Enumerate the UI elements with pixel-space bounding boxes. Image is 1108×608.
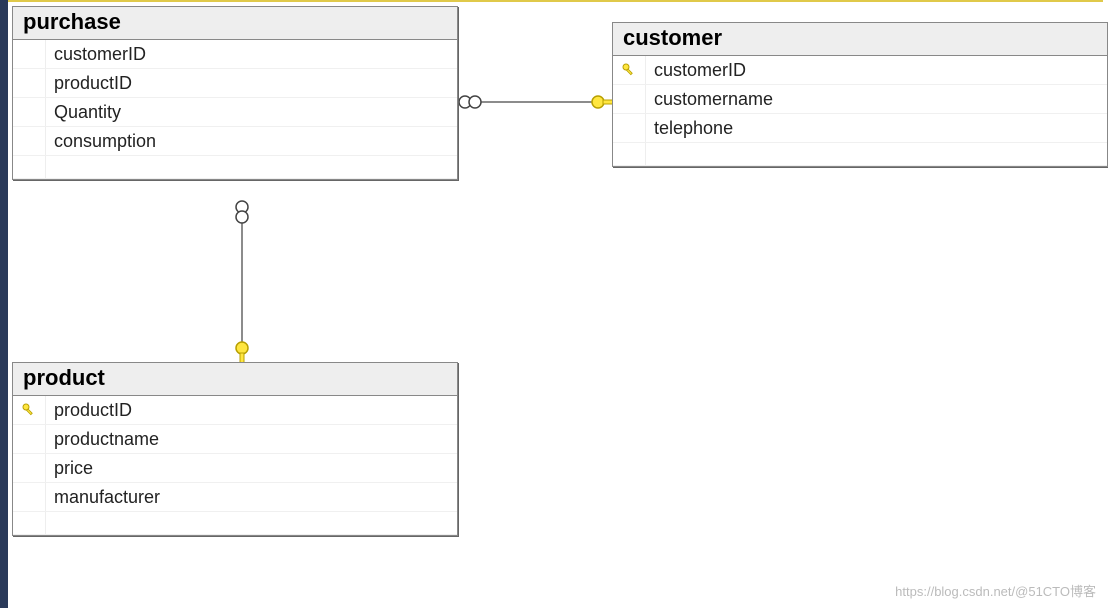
pk-cell	[13, 127, 46, 155]
pk-cell	[13, 156, 46, 178]
column-name: productID	[46, 400, 132, 421]
pk-cell	[13, 98, 46, 126]
table-row[interactable]: customerID	[613, 56, 1107, 85]
pk-cell	[13, 69, 46, 97]
table-row[interactable]: manufacturer	[13, 483, 457, 512]
column-name: productID	[46, 73, 132, 94]
table-row[interactable]: customername	[613, 85, 1107, 114]
pk-cell	[613, 114, 646, 142]
table-row	[613, 143, 1107, 166]
column-name: Quantity	[46, 102, 121, 123]
pk-cell	[13, 483, 46, 511]
column-name: telephone	[646, 118, 733, 139]
table-row[interactable]: telephone	[613, 114, 1107, 143]
watermark-text: https://blog.csdn.net/@51CTO博客	[895, 581, 1096, 600]
table-columns: customerID customername telephone	[613, 56, 1107, 166]
column-name: customername	[646, 89, 773, 110]
diagram-canvas[interactable]: purchase customerID productID Quantity c…	[8, 2, 1108, 608]
column-name: manufacturer	[46, 487, 160, 508]
pk-cell	[13, 396, 46, 424]
pk-cell	[613, 85, 646, 113]
ide-sidebar	[0, 0, 8, 608]
table-customer[interactable]: customer customerID customername telepho…	[612, 22, 1108, 167]
table-columns: customerID productID Quantity consumptio…	[13, 40, 457, 179]
table-row[interactable]: customerID	[13, 40, 457, 69]
key-icon	[622, 63, 636, 77]
table-row[interactable]: productID	[13, 69, 457, 98]
pk-cell	[13, 40, 46, 68]
column-name: consumption	[46, 131, 156, 152]
table-row	[13, 156, 457, 179]
column-name: customerID	[46, 44, 146, 65]
table-row[interactable]: productID	[13, 396, 457, 425]
key-icon	[22, 403, 36, 417]
table-title: purchase	[13, 7, 457, 40]
table-purchase[interactable]: purchase customerID productID Quantity c…	[12, 6, 458, 180]
pk-cell	[613, 56, 646, 84]
table-title: product	[13, 363, 457, 396]
table-columns: productID productname price manufacturer	[13, 396, 457, 535]
pk-cell	[613, 143, 646, 165]
column-name: price	[46, 458, 93, 479]
table-product[interactable]: product productID productname price	[12, 362, 458, 536]
table-title: customer	[613, 23, 1107, 56]
table-row	[13, 512, 457, 535]
table-row[interactable]: Quantity	[13, 98, 457, 127]
pk-cell	[13, 425, 46, 453]
table-row[interactable]: productname	[13, 425, 457, 454]
table-row[interactable]: consumption	[13, 127, 457, 156]
table-row[interactable]: price	[13, 454, 457, 483]
pk-cell	[13, 512, 46, 534]
column-name: productname	[46, 429, 159, 450]
column-name: customerID	[646, 60, 746, 81]
pk-cell	[13, 454, 46, 482]
